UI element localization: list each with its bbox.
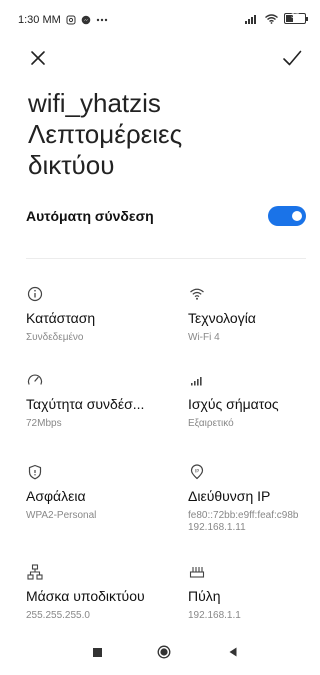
close-button[interactable] — [26, 46, 50, 70]
detail-label: Κατάσταση — [26, 310, 96, 326]
router-icon — [189, 567, 205, 578]
detail-value: 192.168.1.1 — [188, 610, 241, 621]
detail-label: Πύλη — [188, 588, 221, 604]
detail-value: Εξαιρετικό — [188, 418, 234, 429]
auto-connect-row[interactable]: Αυτόματη σύνδεση — [26, 204, 306, 230]
detail-link-speed: Ταχύτητα συνδέσ... 72Mbps — [26, 371, 176, 441]
recents-icon[interactable] — [93, 648, 102, 657]
detail-label: Ισχύς σήματος — [188, 396, 279, 412]
divider — [26, 258, 306, 259]
status-bar-right: 37 — [245, 13, 308, 24]
detail-signal-strength: Ισχύς σήματος Εξαιρετικό — [188, 371, 320, 441]
battery-level: 37 — [291, 13, 299, 20]
ipv4-address: 192.168.1.11 — [188, 522, 246, 533]
confirm-button[interactable] — [280, 46, 304, 70]
detail-value: Wi-Fi 4 — [188, 332, 220, 343]
network-tree-icon — [27, 564, 43, 580]
signal-bars-icon — [191, 377, 202, 386]
detail-security: Ασφάλεια WPA2-Personal — [26, 463, 176, 533]
detail-value: WPA2-Personal — [26, 510, 97, 521]
navigation-bar — [0, 633, 320, 675]
check-icon — [283, 50, 302, 66]
status-time: 1:30 MM — [18, 14, 61, 26]
title-line-2: Λεπτομέρειες — [28, 119, 183, 149]
detail-label: Ταχύτητα συνδέσ... — [26, 396, 145, 412]
detail-gateway: Πύλη 192.168.1.1 — [188, 563, 320, 633]
auto-connect-toggle[interactable] — [268, 206, 306, 226]
battery-tip — [306, 17, 308, 21]
detail-value: 72Mbps — [26, 418, 62, 429]
close-icon — [31, 51, 45, 65]
detail-label: Μάσκα υποδικτύου — [26, 588, 145, 604]
detail-technology: Τεχνολογία Wi-Fi 4 — [188, 285, 320, 355]
shield-icon — [28, 464, 42, 480]
wifi-icon — [265, 13, 278, 24]
toggle-knob — [292, 211, 302, 221]
detail-label: Ασφάλεια — [26, 488, 86, 504]
detail-status: Κατάσταση Συνδεδεμένο — [26, 285, 176, 355]
battery-icon: 37 — [284, 13, 308, 24]
more-notifications-icon — [96, 18, 107, 22]
top-toolbar — [0, 42, 320, 74]
home-icon[interactable] — [157, 645, 171, 659]
title-line-3: δικτύου — [28, 150, 115, 180]
status-bar: 1:30 MM 37 — [0, 0, 320, 40]
detail-value: Συνδεδεμένο — [26, 332, 84, 343]
detail-value: 255.255.255.0 — [26, 610, 90, 621]
status-bar-left: 1:30 MM — [18, 14, 108, 26]
messenger-icon — [81, 15, 91, 25]
page-title: wifi_yhatzis Λεπτομέρειες δικτύου — [28, 88, 182, 181]
signal-icon — [245, 14, 256, 24]
wifi-icon — [190, 288, 204, 300]
ip-location-icon: IP — [190, 464, 204, 480]
auto-connect-label: Αυτόματη σύνδεση — [26, 208, 154, 224]
detail-value: fe80::72bb:e9ff:feaf:c98b 192.168.1.11 — [188, 510, 298, 533]
ipv6-address: fe80::72bb:e9ff:feaf:c98b — [188, 510, 299, 521]
svg-text:IP: IP — [195, 468, 199, 474]
screenshot-icon — [66, 15, 76, 25]
info-icon — [27, 286, 43, 302]
back-icon[interactable] — [227, 646, 239, 658]
detail-label: Τεχνολογία — [188, 310, 256, 326]
detail-label: Διεύθυνση IP — [188, 488, 271, 504]
speed-gauge-icon — [27, 374, 43, 385]
detail-ip-address: IP Διεύθυνση IP fe80::72bb:e9ff:feaf:c98… — [188, 463, 320, 533]
network-name: wifi_yhatzis — [28, 88, 161, 118]
detail-subnet-mask: Μάσκα υποδικτύου 255.255.255.0 — [26, 563, 176, 633]
